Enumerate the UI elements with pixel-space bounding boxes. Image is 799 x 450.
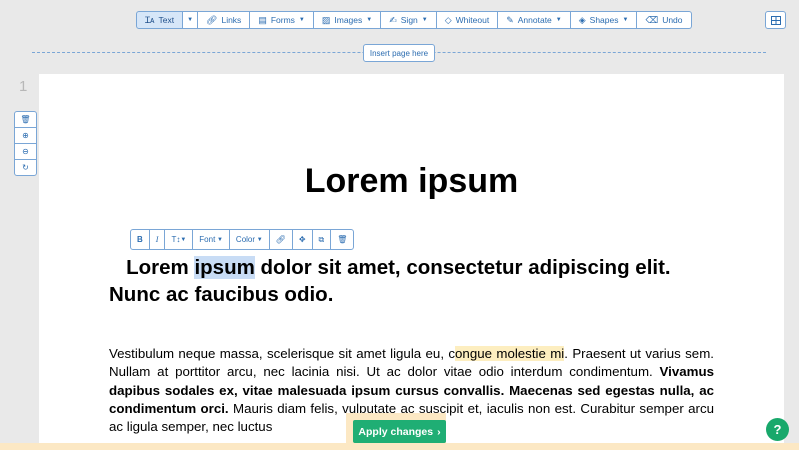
- shapes-icon: ◈: [578, 14, 586, 25]
- document-title[interactable]: Lorem ipsum: [39, 162, 784, 201]
- chevron-down-icon: ▼: [298, 17, 305, 23]
- italic-button[interactable]: I: [150, 230, 166, 249]
- color-button[interactable]: Color ▼: [230, 230, 270, 249]
- chevron-right-icon: ›: [437, 425, 441, 438]
- chevron-down-icon: ▼: [421, 17, 428, 23]
- forms-button[interactable]: ▤ Forms ▼: [250, 11, 314, 29]
- bold-button[interactable]: B: [131, 230, 150, 249]
- highlighted-text: ongue molestie mi: [455, 346, 565, 361]
- whiteout-label: Whiteout: [455, 15, 490, 25]
- links-button[interactable]: 🔗︎ Links: [198, 11, 251, 29]
- images-button[interactable]: ▨ Images ▼: [313, 11, 382, 29]
- chevron-down-icon: ▼: [215, 236, 223, 243]
- trash-icon: 🗑︎: [337, 235, 348, 244]
- paragraph-text-a: Vestibulum neque massa, scelerisque sit …: [109, 346, 456, 361]
- link-icon: 🔗︎: [206, 14, 218, 25]
- font-size-icon: T↕: [171, 235, 181, 244]
- heading-text-block[interactable]: Lorem ipsum dolor sit amet, consectetur …: [109, 254, 714, 308]
- grid-view-button[interactable]: [765, 11, 786, 29]
- zoom-in-icon: ⊕: [22, 131, 29, 140]
- rotate-page-button[interactable]: ↻: [15, 160, 36, 175]
- zoom-in-button[interactable]: ⊕: [15, 128, 36, 144]
- heading-text-a: Lorem: [126, 256, 195, 279]
- form-icon: ▤: [258, 14, 267, 25]
- sign-label: Sign: [400, 15, 418, 25]
- forms-label: Forms: [270, 15, 295, 25]
- annotate-label: Annotate: [517, 15, 552, 25]
- copy-icon: ⧉: [318, 234, 325, 244]
- shapes-button[interactable]: ◈ Shapes ▼: [570, 11, 638, 29]
- zoom-out-icon: ⊖: [22, 147, 29, 156]
- zoom-out-button[interactable]: ⊖: [15, 144, 36, 160]
- chevron-down-icon: ▼: [366, 17, 373, 23]
- move-button[interactable]: ✥: [293, 230, 313, 249]
- chevron-down-icon: ▼: [180, 236, 187, 243]
- annotate-button[interactable]: ✎ Annotate ▼: [498, 11, 571, 29]
- links-label: Links: [221, 15, 242, 25]
- delete-page-button[interactable]: 🗑︎: [15, 112, 36, 128]
- pdf-page[interactable]: Lorem ipsum B I T↕ ▼ Font ▼ Color ▼ 🔗︎ ✥…: [39, 74, 784, 450]
- text-tool-button[interactable]: Ɪᴀ Text: [136, 11, 184, 29]
- chevron-down-icon: ▼: [255, 236, 263, 243]
- image-icon: ▨: [321, 14, 331, 25]
- link-button[interactable]: 🔗︎: [270, 230, 293, 249]
- help-icon: ?: [773, 422, 782, 437]
- whiteout-button[interactable]: ◇ Whiteout: [436, 11, 499, 29]
- grid-icon: [770, 15, 781, 25]
- help-button[interactable]: ?: [766, 418, 789, 441]
- duplicate-button[interactable]: ⧉: [313, 230, 332, 249]
- chevron-down-icon: ▼: [555, 17, 562, 23]
- font-button[interactable]: Font ▼: [193, 230, 230, 249]
- text-tool-dropdown[interactable]: ▼: [183, 11, 199, 29]
- undo-label: Undo: [662, 15, 683, 25]
- insert-page-button[interactable]: Insert page here: [363, 44, 435, 62]
- chevron-down-icon: ▼: [622, 17, 629, 23]
- selected-text: ipsum: [194, 256, 255, 279]
- rotate-icon: ↻: [22, 163, 29, 172]
- sign-button[interactable]: ✍︎ Sign ▼: [381, 11, 437, 29]
- undo-button[interactable]: ⌫ Undo: [637, 11, 692, 29]
- page-number: 1: [19, 78, 28, 95]
- move-icon: ✥: [298, 235, 306, 244]
- main-toolbar: Ɪᴀ Text ▼ 🔗︎ Links ▤ Forms ▼ ▨ Images ▼ …: [136, 11, 692, 29]
- shapes-label: Shapes: [589, 15, 619, 25]
- color-label: Color: [235, 235, 256, 244]
- apply-changes-button[interactable]: Apply changes ›: [353, 420, 446, 443]
- text-format-toolbar: B I T↕ ▼ Font ▼ Color ▼ 🔗︎ ✥ ⧉ 🗑︎: [130, 229, 355, 250]
- font-size-button[interactable]: T↕ ▼: [165, 230, 194, 249]
- apply-changes-label: Apply changes: [358, 425, 434, 438]
- eraser-icon: ◇: [444, 14, 452, 25]
- text-tool-label: Text: [158, 15, 175, 25]
- undo-icon: ⌫: [645, 14, 659, 25]
- images-label: Images: [334, 15, 363, 25]
- pen-icon: ✎: [506, 14, 514, 25]
- delete-text-button[interactable]: 🗑︎: [331, 230, 353, 249]
- link-icon: 🔗︎: [275, 235, 286, 244]
- trash-icon: 🗑︎: [20, 115, 31, 124]
- page-tools: 🗑︎ ⊕ ⊖ ↻: [14, 111, 37, 176]
- font-label: Font: [199, 235, 216, 244]
- text-icon: Ɪᴀ: [145, 14, 155, 25]
- signature-icon: ✍︎: [389, 14, 397, 25]
- chevron-down-icon: ▼: [187, 17, 194, 23]
